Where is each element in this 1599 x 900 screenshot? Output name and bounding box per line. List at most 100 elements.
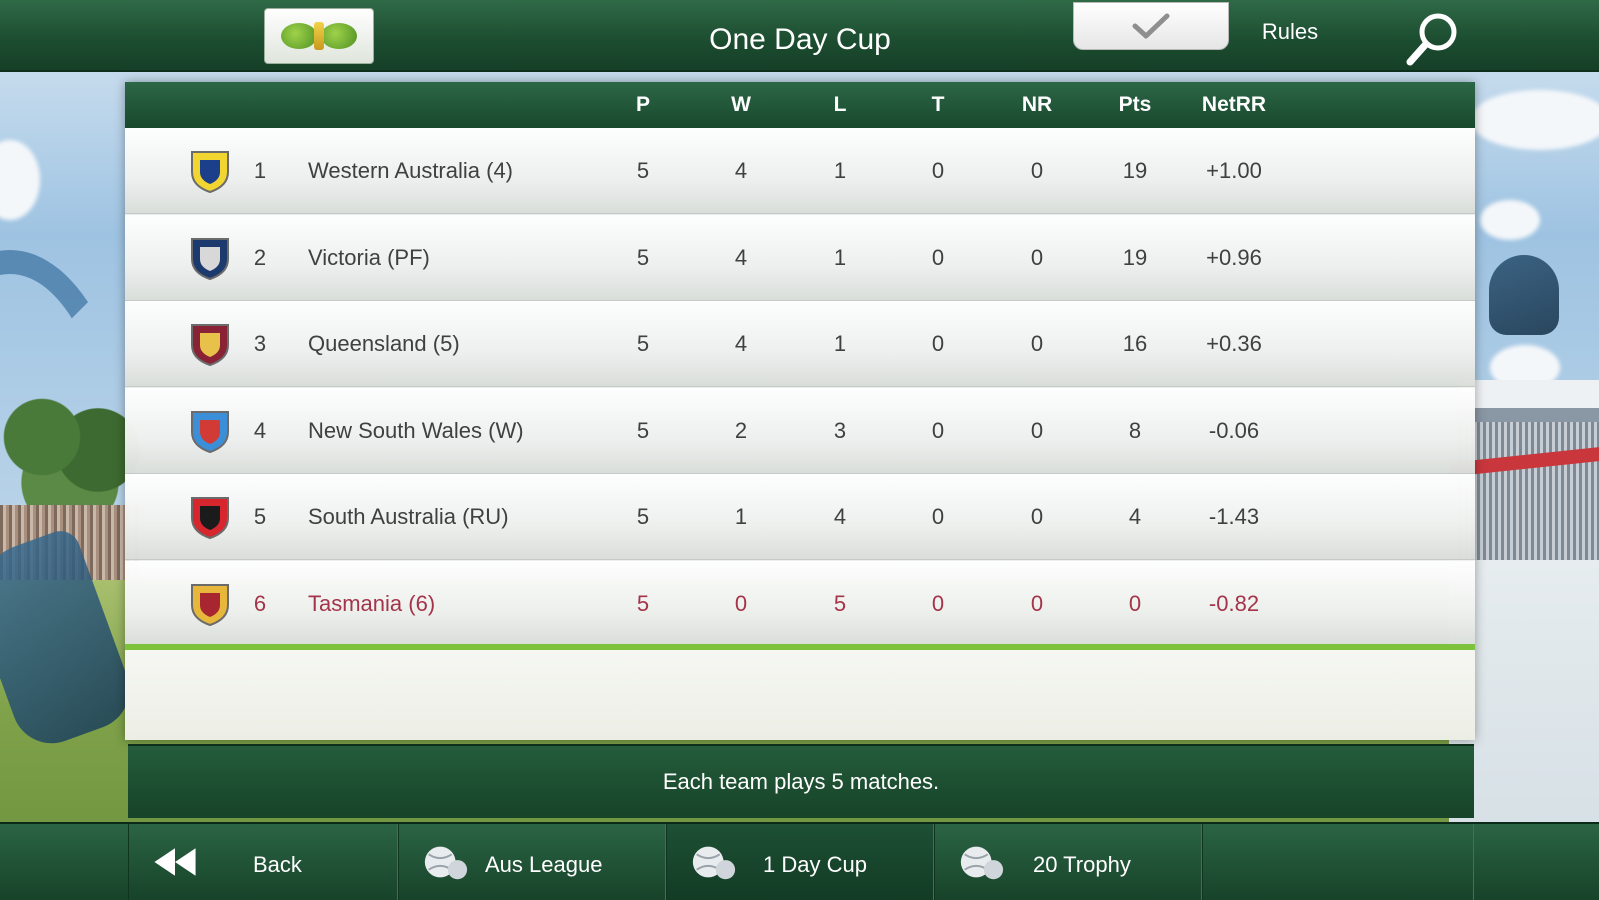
logo-ball-right	[321, 23, 357, 49]
cell-net-run-rate: +0.96	[1206, 244, 1262, 270]
table-row[interactable]: 1 Western Australia (4) 5 4 1 0 0 19 +1.00	[125, 128, 1475, 214]
table-empty-area	[125, 650, 1475, 740]
cell-lost: 4	[833, 504, 847, 529]
tab-label: 20 Trophy	[1033, 852, 1131, 877]
cell-team: New South Wales (W)	[308, 417, 524, 443]
cell-lost: 5	[833, 590, 847, 616]
cell-net-run-rate: +0.36	[1206, 331, 1262, 356]
cell-no-result: 0	[1030, 331, 1044, 356]
search-icon	[1406, 13, 1457, 66]
cricket-balls-icon	[424, 846, 468, 880]
table-row[interactable]: 3 Queensland (5) 5 4 1 0 0 16 +0.36	[125, 301, 1475, 387]
cell-no-result: 0	[1030, 158, 1044, 183]
cell-net-run-rate: -1.43	[1208, 504, 1260, 529]
cell-position: 2	[253, 244, 267, 270]
cell-position: 6	[253, 590, 267, 616]
cell-no-result: 0	[1030, 244, 1044, 270]
cricket-balls-icon	[692, 846, 736, 880]
cell-points: 19	[1122, 158, 1148, 183]
cell-lost: 1	[833, 158, 847, 183]
column-t: T	[931, 93, 945, 116]
cell-won: 2	[734, 417, 748, 443]
cell-net-run-rate: +1.00	[1206, 158, 1262, 183]
table-header: P W L T NR Pts NetRR	[125, 82, 1475, 128]
cell-team: Tasmania (6)	[308, 590, 436, 616]
cell-played: 5	[636, 417, 650, 443]
cell-position: 5	[253, 504, 267, 529]
crowd-stand-right	[1459, 380, 1599, 580]
cell-tied: 0	[931, 504, 945, 529]
player-silhouette	[1489, 255, 1559, 335]
cell-tied: 0	[931, 331, 945, 356]
team-crest-icon	[191, 324, 229, 367]
tab-20-trophy[interactable]: 20 Trophy	[934, 824, 1202, 900]
team-crest-icon	[191, 583, 229, 626]
cell-tied: 0	[931, 590, 945, 616]
column-nr: NR	[1021, 93, 1053, 116]
cell-lost: 3	[833, 417, 847, 443]
tab-aus-league[interactable]: Aus League	[398, 824, 666, 900]
team-crest-icon	[191, 497, 229, 540]
table-row[interactable]: 2 Victoria (PF) 5 4 1 0 0 19 +0.96	[125, 214, 1475, 301]
cell-position: 3	[253, 331, 267, 356]
cell-points: 0	[1128, 590, 1142, 616]
table-row[interactable]: 5 South Australia (RU) 5 1 4 0 0 4 -1.43	[125, 474, 1475, 560]
cell-no-result: 0	[1030, 590, 1044, 616]
cell-tied: 0	[931, 158, 945, 183]
cricket-balls-icon	[960, 846, 1004, 880]
cell-won: 0	[734, 590, 748, 616]
cell-won: 4	[734, 331, 748, 356]
cell-points: 4	[1128, 504, 1142, 529]
column-p: P	[635, 93, 650, 116]
tab-1-day-cup[interactable]: 1 Day Cup	[666, 824, 934, 900]
column-pts: Pts	[1118, 93, 1152, 116]
cell-played: 5	[636, 331, 650, 356]
rules-link[interactable]: Rules	[1240, 14, 1340, 50]
logo-ball-left	[281, 23, 317, 49]
back-label: Back	[253, 852, 302, 877]
confirm-button[interactable]	[1073, 2, 1229, 50]
cloud	[1480, 200, 1540, 240]
cell-played: 5	[636, 504, 650, 529]
table-row[interactable]: 6 Tasmania (6) 5 0 5 0 0 0 -0.82	[125, 560, 1475, 647]
cell-net-run-rate: -0.06	[1208, 417, 1260, 443]
cell-position: 1	[253, 158, 267, 183]
cell-position: 4	[253, 417, 267, 443]
cell-tied: 0	[931, 244, 945, 270]
column-w: W	[731, 93, 751, 116]
cell-net-run-rate: -0.82	[1208, 590, 1260, 616]
cell-played: 5	[636, 590, 650, 616]
cell-team: Queensland (5)	[308, 331, 460, 356]
cell-points: 19	[1122, 244, 1148, 270]
cell-no-result: 0	[1030, 417, 1044, 443]
cloud	[1470, 90, 1599, 150]
cell-won: 4	[734, 158, 748, 183]
tab-label: 1 Day Cup	[763, 852, 867, 877]
cell-no-result: 0	[1030, 504, 1044, 529]
cell-team: Western Australia (4)	[308, 158, 514, 183]
team-crest-icon	[191, 237, 229, 280]
team-crest-icon	[191, 410, 229, 453]
cell-played: 5	[636, 244, 650, 270]
cell-tied: 0	[931, 417, 945, 443]
checkmark-icon	[1132, 13, 1170, 39]
column-netrr: NetRR	[1201, 93, 1267, 116]
cell-lost: 1	[833, 244, 847, 270]
cell-team: South Australia (RU)	[308, 504, 509, 529]
team-crest-icon	[191, 151, 229, 194]
info-bar: Each team plays 5 matches.	[128, 744, 1474, 818]
cell-points: 16	[1122, 331, 1148, 356]
cell-lost: 1	[833, 331, 847, 356]
table-row[interactable]: 4 New South Wales (W) 5 2 3 0 0 8 -0.06	[125, 387, 1475, 474]
logo-trophy	[314, 22, 324, 50]
top-bar: One Day Cup Rules	[0, 0, 1599, 72]
column-l: L	[833, 93, 847, 116]
back-button[interactable]: Back	[128, 824, 398, 900]
bottom-nav: Back Aus League 1 Day Cup 20 Trophy	[0, 822, 1599, 900]
cell-won: 4	[734, 244, 748, 270]
cell-won: 1	[734, 504, 748, 529]
tab-label: Aus League	[485, 852, 603, 877]
search-button[interactable]	[1402, 8, 1462, 68]
page-title: One Day Cup	[709, 23, 891, 56]
cell-points: 8	[1128, 417, 1142, 443]
